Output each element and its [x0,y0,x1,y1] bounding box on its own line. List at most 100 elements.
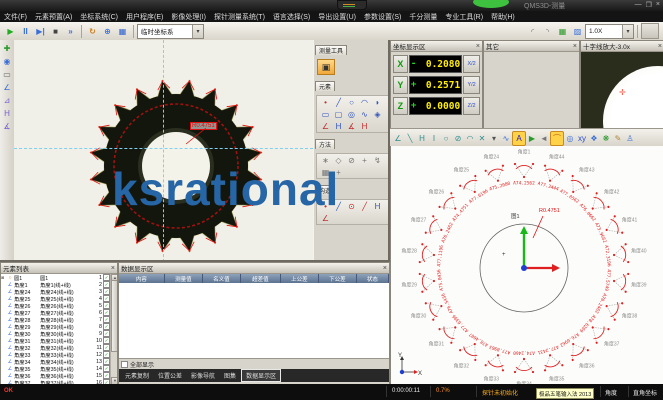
xy-tool-icon[interactable]: xy [576,132,588,145]
lock-icon[interactable]: ◉ [2,56,13,67]
status-angle-mode[interactable]: 角度 [605,388,617,397]
maximize-button[interactable]: ❐ [646,1,652,9]
element-visible-checkbox[interactable]: ✓ [103,372,110,379]
minimize-button[interactable]: — [635,1,642,9]
grid-blue-icon[interactable]: ▨ [571,25,584,38]
column-header[interactable]: 状态 [357,274,389,283]
flag-tool-icon[interactable]: ◄ [538,132,550,145]
menu-item[interactable]: 文件(F) [0,12,31,22]
h-dim-icon[interactable]: Η [2,108,13,119]
c-circle-icon[interactable]: ⊙ [345,200,358,212]
scrollbar-thumb[interactable] [111,280,117,352]
element-visible-checkbox[interactable]: ✓ [103,295,110,302]
circle-slash-icon[interactable]: ⊘ [345,154,358,166]
menu-item[interactable]: 导出设置(U) [314,12,360,22]
half-x-button[interactable]: X/2 [463,55,480,73]
focus-icon[interactable]: ✚ [2,43,13,54]
tab-5[interactable]: 数据显示区 [241,369,281,382]
menu-item[interactable]: 元素预置(A) [31,12,76,22]
angle-tool-icon[interactable]: ∠ [2,82,13,93]
column-header[interactable]: 下公差 [319,274,357,283]
menu-item[interactable]: 用户程序(E) [122,12,167,22]
tab-4[interactable]: 图集 [220,370,240,381]
region-icon[interactable]: ▭ [2,69,13,80]
ring-icon[interactable]: ◎ [345,108,358,120]
curve-tool-icon[interactable]: ⌒ [550,131,564,146]
menu-item[interactable]: 语言选择(S) [269,12,314,22]
close-icon[interactable]: × [383,265,387,272]
element-visible-checkbox[interactable]: ✓ [103,337,110,344]
half-y-button[interactable]: Y/2 [463,76,480,94]
arc-ccw-icon[interactable]: ◜ [526,25,539,38]
angle-icon[interactable]: ∠ [319,120,332,132]
column-header[interactable]: 超差值 [241,274,281,283]
circle-tool-icon[interactable]: ○ [440,132,452,145]
step-icon[interactable]: ▶| [34,25,47,38]
flag-tool-icon[interactable]: ⊿ [2,95,13,106]
menu-item[interactable]: 参数设置(S) [360,12,405,22]
angle-tool-icon[interactable]: ∠ [392,132,404,145]
menu-item[interactable]: 千分测量 [405,12,441,22]
arc-icon[interactable]: ◠ [358,96,371,108]
dropdown-icon[interactable]: ▾ [488,132,500,145]
ellipse-icon[interactable]: ◗ [371,96,384,108]
axis-y-button[interactable]: Y [393,76,408,94]
line-tool-icon[interactable]: ╲ [404,132,416,145]
element-visible-checkbox[interactable]: ✓ [103,330,110,337]
tab-2[interactable]: 位置公差 [154,370,186,381]
shape-tool-icon[interactable]: ❋ [600,132,612,145]
menu-item[interactable]: 帮助(H) [487,12,519,22]
column-header[interactable]: 内容 [119,274,165,283]
close-icon[interactable]: × [573,43,577,50]
zoom-level-combo[interactable]: 1.0X ▾ [585,24,634,39]
column-header[interactable]: 测量值 [165,274,203,283]
axis-z-button[interactable]: Z [393,97,408,115]
polyline-tool-icon[interactable]: ∿ [500,132,512,145]
element-visible-checkbox[interactable]: ✓ [103,288,110,295]
zoom-tool-icon[interactable]: ◎ [564,132,576,145]
menu-item[interactable]: 坐标系统(C) [76,12,122,22]
circle-icon[interactable]: ○ [345,96,358,108]
element-visible-checkbox[interactable]: ✓ [103,323,110,330]
close-icon[interactable]: × [111,265,115,272]
half-z-button[interactable]: Z/2 [463,97,480,115]
menu-item[interactable]: 专业工具(R) [441,12,487,22]
c-line2-icon[interactable]: ╱ [358,200,371,212]
angle2-icon[interactable]: ∡ [2,121,13,132]
slot-icon[interactable]: ▢ [332,108,345,120]
tab-3[interactable]: 影像导航 [187,370,219,381]
c-height-icon[interactable]: Η [371,200,384,212]
blob-icon[interactable]: ◈ [371,108,384,120]
vdim-tool-icon[interactable]: Ι [428,132,440,145]
camera-capture-button[interactable]: ▣ [317,59,335,75]
rect-icon[interactable]: ▭ [319,108,332,120]
status-coord-mode[interactable]: 直角坐标 [633,388,657,397]
curve-icon[interactable]: ∿ [358,108,371,120]
menu-item[interactable]: 探针测量系统(T) [210,12,269,22]
joystick-icon[interactable]: ⊕ [101,25,114,38]
hdim-tool-icon[interactable]: Η [416,132,428,145]
element-visible-checkbox[interactable]: ✓ [103,274,110,281]
circle-slash-tool-icon[interactable]: ⊘ [452,132,464,145]
element-list-scrollbar[interactable]: ▲ ▼ [110,274,117,385]
cross-icon[interactable]: + [358,154,371,166]
element-visible-checkbox[interactable]: ✓ [103,365,110,372]
reset-icon[interactable]: ↻ [86,25,99,38]
gear-tool-icon[interactable]: ❖ [588,132,600,145]
close-icon[interactable]: × [658,43,662,50]
toolbar-drag-handle[interactable] [641,23,659,39]
save-icon[interactable]: ▦ [116,25,129,38]
arc-cw-icon[interactable]: ◝ [541,25,554,38]
tab-1[interactable]: 元素复制 [121,370,153,381]
pause-icon[interactable]: II [19,25,32,38]
grid-green-icon[interactable]: ▦ [556,25,569,38]
element-visible-checkbox[interactable]: ✓ [103,344,110,351]
element-visible-checkbox[interactable]: ✓ [103,302,110,309]
label-tool-icon[interactable]: A [512,131,526,146]
fast-forward-icon[interactable]: » [64,25,77,38]
lightning-icon[interactable]: ↯ [371,154,384,166]
element-visible-checkbox[interactable]: ✓ [103,316,110,323]
close-button[interactable]: × [656,1,660,9]
brush-tool-icon[interactable]: ✎ [612,132,624,145]
close-icon[interactable]: × [476,43,480,50]
